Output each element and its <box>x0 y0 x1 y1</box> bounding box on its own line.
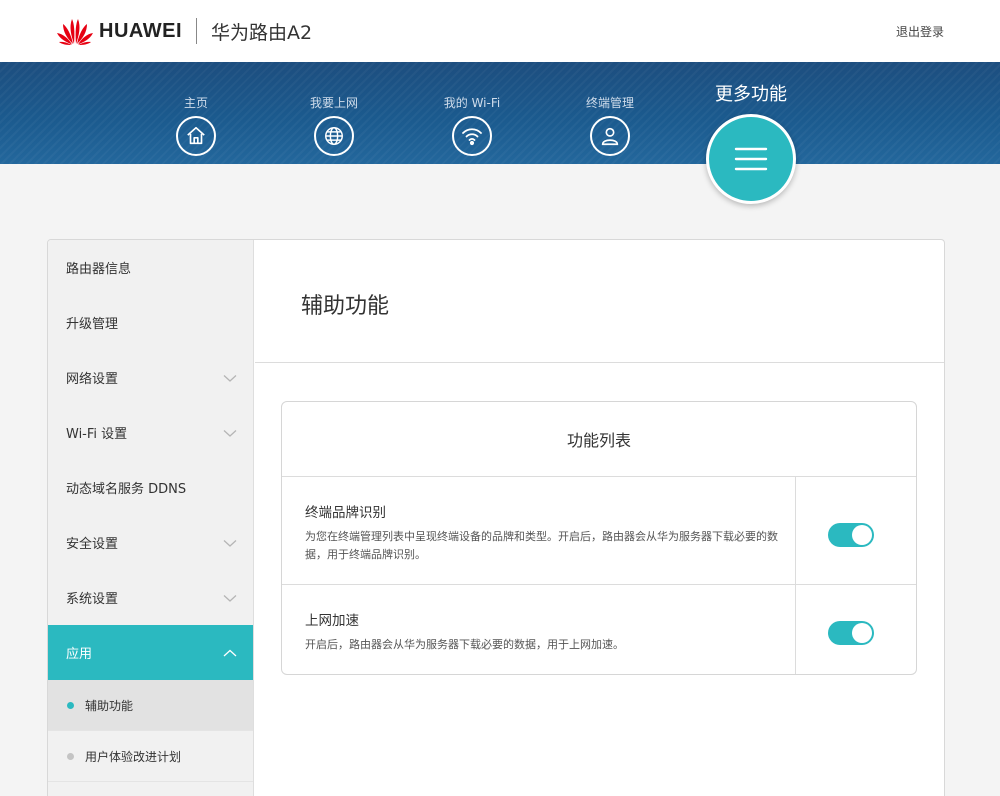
sidebar-item-label: 安全设置 <box>66 537 119 552</box>
sidebar-item-label: 升级管理 <box>66 317 119 332</box>
page-title: 辅助功能 <box>255 240 944 363</box>
sidebar-item-network[interactable]: 网络设置 <box>48 350 253 405</box>
chevron-down-icon <box>223 429 237 437</box>
nav-internet[interactable]: 我要上网 <box>289 94 379 156</box>
main-panel: 路由器信息 升级管理 网络设置 Wi-Fi 设置 动态域名服务 DDNS 安全设… <box>47 239 945 796</box>
sidebar-item-label: 应用 <box>66 647 93 662</box>
logout-link[interactable]: 退出登录 <box>896 23 944 40</box>
internet-acceleration-toggle[interactable] <box>828 621 874 645</box>
chevron-up-icon <box>223 649 237 656</box>
sidebar-item-router-info[interactable]: 路由器信息 <box>48 240 253 295</box>
nav-devices[interactable]: 终端管理 <box>565 94 655 156</box>
feature-row-internet-acceleration: 上网加速 开启后，路由器会从华为服务器下载必要的数据，用于上网加速。 <box>282 585 916 674</box>
wifi-icon <box>452 116 492 156</box>
chevron-down-icon <box>223 539 237 547</box>
logo-divider <box>196 18 197 44</box>
sidebar-item-system[interactable]: 系统设置 <box>48 570 253 625</box>
user-icon <box>590 116 630 156</box>
huawei-logo: HUAWEI 华为路由A2 <box>57 16 312 46</box>
router-model: 华为路由A2 <box>211 21 313 44</box>
menu-icon <box>706 114 796 204</box>
nav-wifi-label: 我的 Wi-Fi <box>443 96 501 110</box>
top-bar: HUAWEI 华为路由A2 退出登录 <box>0 0 1000 62</box>
bullet-dot-icon <box>67 701 74 709</box>
bullet-dot-icon <box>67 752 74 760</box>
feature-text: 终端品牌识别 为您在终端管理列表中呈现终端设备的品牌和类型。开启后，路由器会从华… <box>282 477 796 584</box>
sidebar-item-security[interactable]: 安全设置 <box>48 515 253 570</box>
toggle-knob <box>852 623 872 643</box>
sidebar-item-label: Wi-Fi 设置 <box>66 427 128 442</box>
sidebar-subitem-ux-program[interactable]: 用户体验改进计划 <box>48 731 253 782</box>
sidebar: 路由器信息 升级管理 网络设置 Wi-Fi 设置 动态域名服务 DDNS 安全设… <box>48 240 254 796</box>
feature-title: 上网加速 <box>305 613 359 629</box>
content-area: 辅助功能 功能列表 终端品牌识别 为您在终端管理列表中呈现终端设备的品牌和类型。… <box>255 240 944 796</box>
feature-description: 开启后，路由器会从华为服务器下载必要的数据，用于上网加速。 <box>305 638 624 651</box>
sidebar-item-upgrade[interactable]: 升级管理 <box>48 295 253 350</box>
nav-more-label: 更多功能 <box>715 84 787 105</box>
nav-internet-label: 我要上网 <box>309 96 358 110</box>
main-nav: 主页 我要上网 我的 Wi-Fi 终端管理 更多功能 <box>0 62 1000 204</box>
sidebar-subitem-label: 用户体验改进计划 <box>85 749 182 764</box>
globe-icon <box>314 116 354 156</box>
chevron-down-icon <box>223 374 237 382</box>
feature-text: 上网加速 开启后，路由器会从华为服务器下载必要的数据，用于上网加速。 <box>282 585 796 674</box>
sidebar-item-label: 动态域名服务 DDNS <box>66 482 187 497</box>
feature-title: 终端品牌识别 <box>305 505 386 521</box>
sidebar-item-apps[interactable]: 应用 <box>48 625 253 680</box>
sidebar-item-label: 系统设置 <box>66 592 119 607</box>
brand-recognition-toggle[interactable] <box>828 523 874 547</box>
sidebar-item-label: 网络设置 <box>66 372 119 387</box>
sidebar-item-ddns[interactable]: 动态域名服务 DDNS <box>48 460 253 515</box>
nav-wifi[interactable]: 我的 Wi-Fi <box>427 94 517 156</box>
feature-list-title: 功能列表 <box>282 402 916 477</box>
nav-more-functions[interactable]: 更多功能 <box>705 80 797 204</box>
feature-row-brand-recognition: 终端品牌识别 为您在终端管理列表中呈现终端设备的品牌和类型。开启后，路由器会从华… <box>282 477 916 585</box>
huawei-flower-icon <box>57 19 93 45</box>
nav-home-label: 主页 <box>183 96 208 110</box>
feature-list: 功能列表 终端品牌识别 为您在终端管理列表中呈现终端设备的品牌和类型。开启后，路… <box>281 401 917 675</box>
chevron-down-icon <box>223 594 237 602</box>
feature-description: 为您在终端管理列表中呈现终端设备的品牌和类型。开启后，路由器会从华为服务器下载必… <box>305 530 778 561</box>
sidebar-item-wifi[interactable]: Wi-Fi 设置 <box>48 405 253 460</box>
brand-name: HUAWEI <box>99 19 182 42</box>
sidebar-subitem-label: 辅助功能 <box>85 698 134 713</box>
home-icon <box>176 116 216 156</box>
toggle-knob <box>852 525 872 545</box>
sidebar-subitem-assist[interactable]: 辅助功能 <box>48 680 253 731</box>
nav-devices-label: 终端管理 <box>585 96 634 110</box>
sidebar-item-label: 路由器信息 <box>66 262 132 277</box>
nav-home[interactable]: 主页 <box>151 94 241 156</box>
